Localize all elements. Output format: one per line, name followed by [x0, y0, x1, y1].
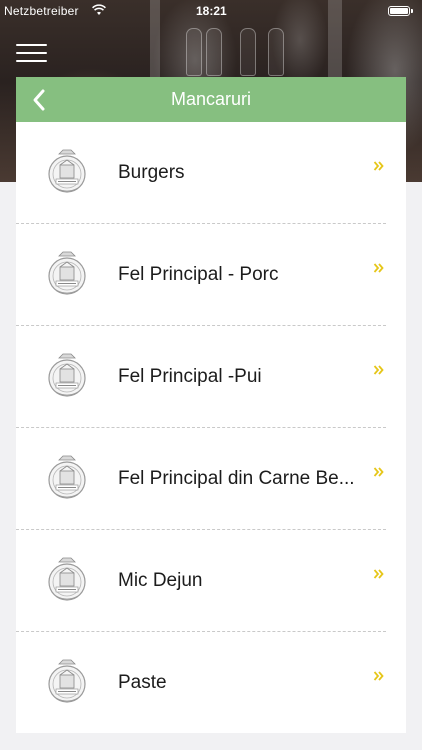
category-label: Fel Principal din Carne Be... [118, 468, 355, 489]
restaurant-logo-icon [48, 455, 86, 499]
category-label: Burgers [118, 162, 185, 183]
double-chevron-right-icon[interactable] [373, 262, 385, 274]
wine-glass-decor [186, 28, 202, 76]
double-chevron-right-icon[interactable] [373, 670, 385, 682]
double-chevron-right-icon[interactable] [373, 364, 385, 376]
double-chevron-right-icon[interactable] [373, 568, 385, 580]
restaurant-logo-icon [48, 149, 86, 193]
hamburger-menu-icon[interactable] [16, 42, 48, 64]
wifi-icon [92, 4, 106, 15]
wine-glass-decor [268, 28, 284, 76]
category-list-item[interactable]: Mic Dejun [16, 530, 406, 632]
restaurant-logo-icon [48, 353, 86, 397]
status-time: 18:21 [196, 4, 227, 18]
category-list-item[interactable]: Fel Principal din Carne Be... [16, 428, 406, 530]
carrier-name: Netzbetreiber [4, 4, 79, 18]
restaurant-logo-icon [48, 251, 86, 295]
category-list: Burgers Fel Principal - Porc Fel Princip… [16, 122, 406, 733]
category-label: Fel Principal - Porc [118, 264, 279, 285]
category-list-item[interactable]: Paste [16, 632, 406, 733]
wine-glass-decor [240, 28, 256, 76]
restaurant-logo-icon [48, 557, 86, 601]
double-chevron-right-icon[interactable] [373, 160, 385, 172]
restaurant-logo-icon [48, 659, 86, 703]
page-title: Mancaruri [170, 89, 252, 109]
wine-glass-decor [206, 28, 222, 76]
category-label: Mic Dejun [118, 570, 203, 591]
panel-header: Mancaruri [16, 77, 406, 122]
category-list-item[interactable]: Burgers [16, 122, 406, 224]
category-list-item[interactable]: Fel Principal -Pui [16, 326, 406, 428]
category-panel: Mancaruri Burgers Fel Principal - Porc F… [16, 77, 406, 733]
status-bar: Netzbetreiber 18:21 [0, 0, 422, 22]
category-label: Fel Principal -Pui [118, 366, 262, 387]
battery-full-icon [388, 6, 413, 16]
category-list-item[interactable]: Fel Principal - Porc [16, 224, 406, 326]
double-chevron-right-icon[interactable] [373, 466, 385, 478]
category-label: Paste [118, 672, 167, 693]
